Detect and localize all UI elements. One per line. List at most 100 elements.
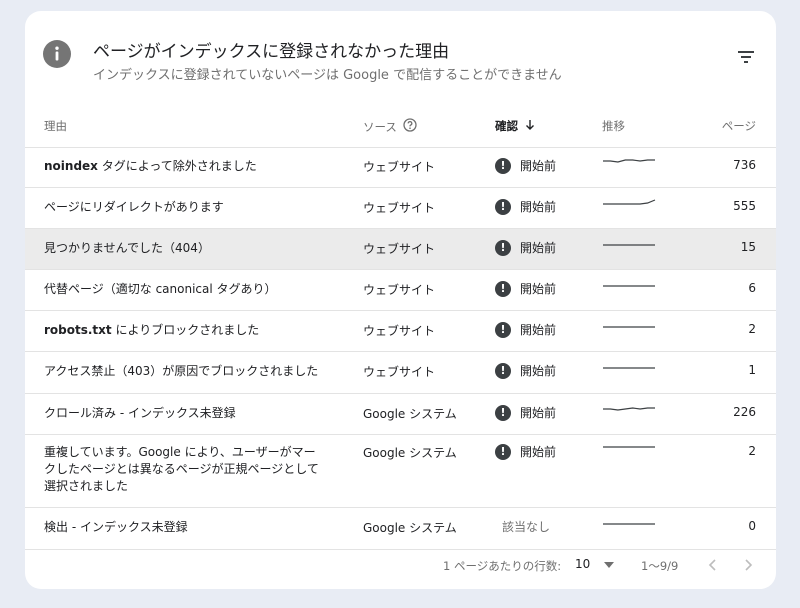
trend-sparkline: [603, 407, 655, 411]
status-text: 開始前: [520, 406, 557, 420]
reason-bold-text: robots.txt: [44, 323, 112, 337]
status-text: 開始前: [520, 364, 557, 378]
column-header-verify[interactable]: 確認: [495, 118, 536, 134]
report-card: ページがインデックスに登録されなかった理由 インデックスに登録されていないページ…: [25, 11, 776, 589]
status-text: 開始前: [520, 159, 557, 173]
table-row[interactable]: 検出 - インデックス未登録 Google システム 該当なし 0: [25, 508, 776, 550]
reason-text: 重複しています。Google により、ユーザーがマークしたページとは異なるページ…: [44, 445, 319, 493]
verify-cell: ! 開始前: [495, 362, 556, 379]
source-cell: Google システム: [363, 407, 457, 421]
table-body: noindex タグによって除外されました ウェブサイト ! 開始前 736 ペー…: [25, 147, 776, 550]
help-icon[interactable]: [403, 118, 417, 135]
status-text: 開始前: [520, 282, 557, 296]
reason-text: 見つかりませんでした（404）: [44, 241, 210, 255]
column-label-pages: ページ: [721, 119, 756, 133]
chevron-right-icon[interactable]: [738, 555, 758, 575]
trend-sparkline: [603, 159, 655, 163]
exclamation-icon: !: [495, 404, 511, 421]
trend-sparkline: [603, 285, 655, 287]
dropdown-arrow-icon: [604, 557, 615, 571]
reason-text: アクセス禁止（403）が原因でブロックされました: [44, 364, 319, 378]
trend-sparkline: [603, 446, 655, 448]
source-cell: Google システム: [363, 446, 457, 460]
source-cell: ウェブサイト: [363, 160, 436, 174]
column-header-pages[interactable]: ページ: [722, 118, 756, 134]
reason-text: 検出 - インデックス未登録: [44, 520, 188, 534]
pages-count: 226: [733, 405, 756, 419]
source-cell: ウェブサイト: [363, 283, 436, 297]
reason-text: クロール済み - インデックス未登録: [44, 406, 236, 420]
table-row[interactable]: robots.txt によりブロックされました ウェブサイト ! 開始前 2: [25, 311, 776, 352]
reason-text: ページにリダイレクトがあります: [44, 200, 224, 214]
source-cell: ウェブサイト: [363, 242, 436, 256]
pages-count: 6: [748, 281, 756, 295]
chevron-left-icon[interactable]: [703, 555, 723, 575]
verify-cell: ! 開始前: [495, 321, 556, 338]
verify-cell: ! 開始前: [495, 443, 556, 460]
card-header: ページがインデックスに登録されなかった理由 インデックスに登録されていないページ…: [25, 11, 776, 111]
sort-arrow-down-icon: [524, 119, 536, 134]
reason-cell: アクセス禁止（403）が原因でブロックされました: [44, 363, 324, 380]
reason-cell: クロール済み - インデックス未登録: [44, 405, 324, 422]
reason-text: 代替ページ（適切な canonical タグあり）: [44, 282, 277, 296]
trend-sparkline: [603, 326, 655, 328]
rows-per-page-label: 1 ページあたりの行数:: [443, 559, 562, 573]
table-row[interactable]: 重複しています。Google により、ユーザーがマークしたページとは異なるページ…: [25, 435, 776, 508]
status-text: 開始前: [520, 241, 557, 255]
reason-cell: robots.txt によりブロックされました: [44, 322, 324, 339]
status-text: 開始前: [520, 200, 557, 214]
trend-sparkline: [603, 199, 656, 205]
source-cell: Google システム: [363, 521, 457, 535]
trend-sparkline: [603, 367, 655, 369]
reason-text: によりブロックされました: [111, 323, 260, 337]
trend-sparkline: [603, 244, 655, 246]
exclamation-icon: !: [495, 239, 511, 256]
verify-cell: ! 開始前: [495, 239, 556, 256]
pages-count: 2: [748, 322, 756, 336]
exclamation-icon: !: [495, 198, 511, 215]
verify-cell: ! 開始前: [495, 404, 556, 421]
verify-cell: ! 開始前: [495, 280, 556, 297]
reason-cell: 見つかりませんでした（404）: [44, 240, 324, 257]
reason-cell: 代替ページ（適切な canonical タグあり）: [44, 281, 324, 298]
page-title: ページがインデックスに登録されなかった理由: [93, 42, 450, 62]
reason-bold-text: noindex: [44, 159, 98, 173]
rows-per-page-select[interactable]: 10: [575, 557, 615, 571]
pages-count: 2: [748, 444, 756, 458]
pages-count: 555: [733, 199, 756, 213]
column-label-source: ソース: [363, 119, 397, 134]
table-row[interactable]: アクセス禁止（403）が原因でブロックされました ウェブサイト ! 開始前 1: [25, 352, 776, 394]
table-row[interactable]: 見つかりませんでした（404） ウェブサイト ! 開始前 15: [25, 229, 776, 270]
verify-cell: ! 開始前: [495, 198, 556, 215]
status-text: 開始前: [520, 323, 557, 337]
pagination: 1 ページあたりの行数: 10 1〜9/9: [25, 547, 776, 589]
reason-cell: noindex タグによって除外されました: [44, 158, 324, 175]
exclamation-icon: !: [495, 362, 511, 379]
info-icon: [43, 40, 71, 68]
table-row[interactable]: クロール済み - インデックス未登録 Google システム ! 開始前 226: [25, 394, 776, 435]
reason-cell: 検出 - インデックス未登録: [44, 519, 324, 536]
status-text: 該当なし: [502, 520, 551, 534]
column-header-source[interactable]: ソース: [363, 118, 417, 135]
column-label-reason: 理由: [44, 119, 67, 133]
filter-icon[interactable]: [736, 47, 756, 67]
column-label-trend: 推移: [602, 119, 625, 133]
pages-count: 1: [748, 363, 756, 377]
trend-sparkline: [603, 523, 655, 525]
table-row[interactable]: noindex タグによって除外されました ウェブサイト ! 開始前 736: [25, 147, 776, 188]
table-header: 理由 ソース 確認 推移 ページ: [25, 113, 776, 148]
exclamation-icon: !: [495, 443, 511, 460]
column-header-trend[interactable]: 推移: [602, 118, 625, 134]
page-range: 1〜9/9: [641, 559, 679, 573]
column-header-reason[interactable]: 理由: [44, 118, 67, 134]
status-text: 開始前: [520, 445, 557, 459]
table-row[interactable]: ページにリダイレクトがあります ウェブサイト ! 開始前 555: [25, 188, 776, 229]
rows-per-page-value: 10: [575, 557, 591, 571]
reason-cell: ページにリダイレクトがあります: [44, 199, 324, 216]
exclamation-icon: !: [495, 280, 511, 297]
page-subtitle: インデックスに登録されていないページは Google で配信することができません: [93, 68, 562, 83]
table-row[interactable]: 代替ページ（適切な canonical タグあり） ウェブサイト ! 開始前 6: [25, 270, 776, 311]
verify-cell: ! 開始前: [495, 157, 556, 174]
column-label-verify: 確認: [495, 119, 518, 133]
pages-count: 0: [748, 519, 756, 533]
